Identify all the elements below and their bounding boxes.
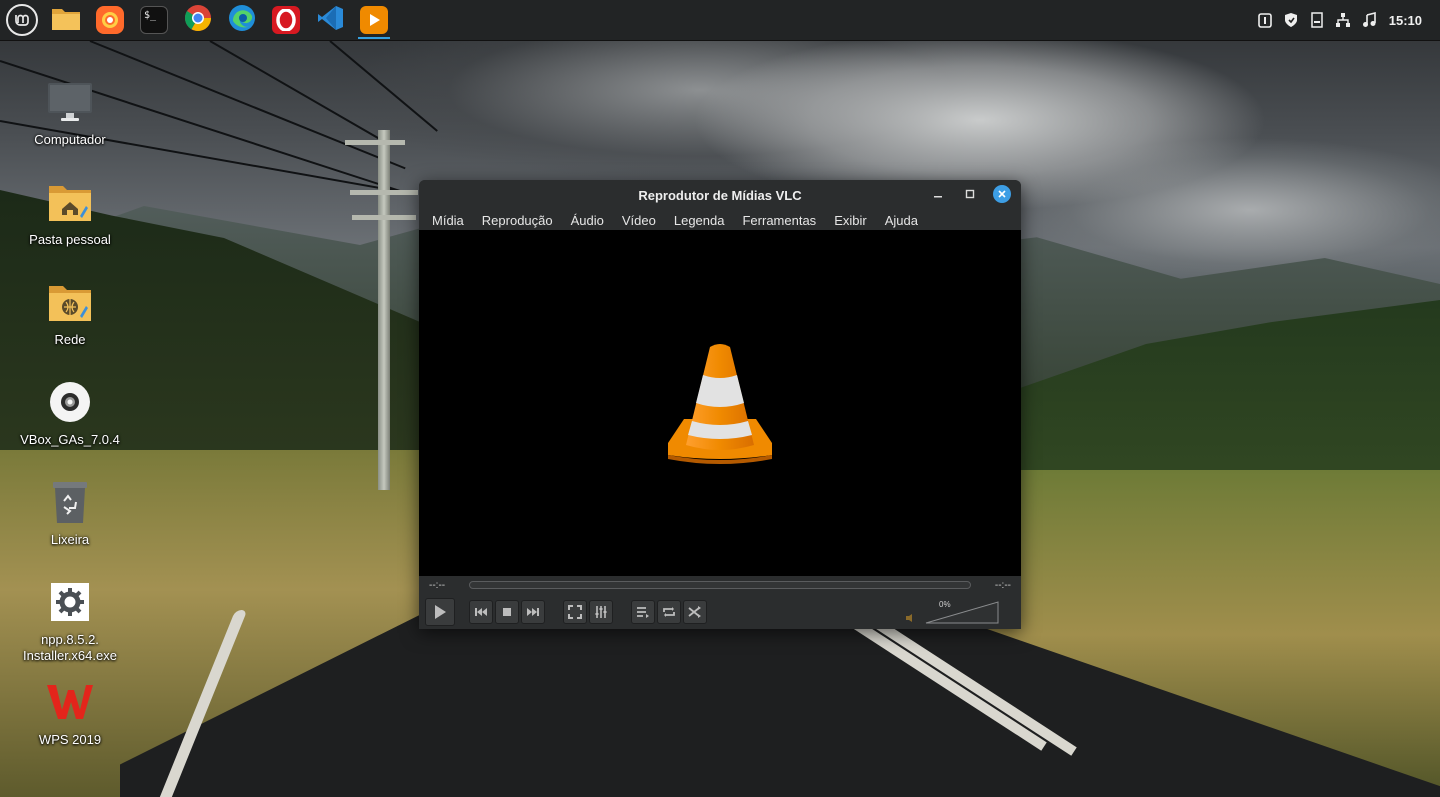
equalizer-icon [595,605,607,618]
desktop-icon-label: Lixeira [50,532,90,547]
desktop-icon-home[interactable]: Pasta pessoal [15,178,125,248]
system-tray: 15:10 [1257,12,1440,28]
monitor-icon [46,78,94,126]
top-panel: $_ 15:10 [0,0,1440,41]
loop-icon [663,606,675,617]
playlist-icon [637,606,649,618]
stop-button[interactable] [495,599,519,624]
vlc-cone-icon [668,344,772,464]
menu-ajuda[interactable]: Ajuda [876,213,927,228]
chrome-icon [184,4,212,37]
vscode-launcher[interactable] [310,0,350,40]
fullscreen-icon [568,604,582,619]
firefox-launcher[interactable] [90,0,130,40]
wps-office-icon [46,678,94,726]
network-folder-icon [46,278,94,326]
seek-slider[interactable] [469,581,971,589]
playlist-button[interactable] [631,599,655,624]
skip-back-icon [475,607,487,616]
menu-bar: Mídia Reprodução Áudio Vídeo Legenda Fer… [419,210,1021,230]
cd-disc-icon [46,378,94,426]
desktop-icon-wps[interactable]: WPS 2019 [15,678,125,748]
volume-slider[interactable]: 0% [925,600,999,624]
video-area[interactable] [419,230,1021,576]
speaker-muted-icon[interactable] [905,613,915,623]
close-button[interactable] [993,185,1011,203]
seek-row: --:-- --:-- [419,576,1021,594]
skip-forward-icon [527,607,539,616]
desktop-icon-network[interactable]: Rede [15,278,125,348]
desktop-icon-label: Rede [54,332,86,347]
play-button[interactable] [425,597,455,626]
desktop-icon-trash[interactable]: Lixeira [15,478,125,548]
desktop-icon-label: Pasta pessoal [29,232,111,247]
menu-midia[interactable]: Mídia [423,213,473,228]
chrome-launcher[interactable] [178,0,218,40]
terminal-launcher[interactable]: $_ [134,0,174,40]
play-icon [435,604,446,619]
previous-button[interactable] [469,599,493,624]
volume-percent: 0% [939,599,951,609]
terminal-glyph: $_ [144,10,157,21]
edge-icon [228,4,256,37]
desktop-icon-npp-installer[interactable]: npp.8.5.2. Installer.x64.exe [15,578,125,664]
next-button[interactable] [521,599,545,624]
security-icon[interactable] [1283,12,1299,28]
folder-icon [51,5,81,36]
desktop-icon-computer[interactable]: Computador [15,78,125,148]
terminal-icon: $_ [140,6,168,34]
menu-audio[interactable]: Áudio [562,213,613,228]
elapsed-time[interactable]: --:-- [429,580,459,591]
close-icon [998,190,1006,198]
maximize-button[interactable] [961,185,979,203]
playback-controls: 0% [419,594,1021,629]
desktop-icon-label: Computador [34,132,106,147]
shuffle-icon [688,605,701,618]
volume-triangle-icon [925,600,999,623]
menu-reproducao[interactable]: Reprodução [473,213,562,228]
update-shield-icon[interactable] [1257,12,1273,28]
vscode-icon [316,4,344,37]
opera-launcher[interactable] [266,0,306,40]
vlc-launcher[interactable] [354,0,394,40]
minimize-button[interactable] [929,185,947,203]
desktop-icon-label: WPS 2019 [38,732,102,747]
menu-exibir[interactable]: Exibir [825,213,876,228]
home-folder-icon [46,178,94,226]
sound-icon[interactable] [1361,12,1377,28]
shuffle-button[interactable] [683,599,707,624]
menu-launcher[interactable] [2,0,42,40]
window-title: Reprodutor de Mídias VLC [638,187,802,203]
total-time[interactable]: --:-- [981,580,1011,591]
opera-icon [272,6,300,34]
menu-ferramentas[interactable]: Ferramentas [733,213,825,228]
notes-icon[interactable] [1309,12,1325,28]
desktop-icon-label: npp.8.5.2. Installer.x64.exe [23,632,117,663]
menu-video[interactable]: Vídeo [613,213,665,228]
network-icon[interactable] [1335,12,1351,28]
edge-launcher[interactable] [222,0,262,40]
loop-button[interactable] [657,599,681,624]
vlc-play-icon [360,6,388,34]
volume-control: 0% [905,600,1021,624]
vlc-window: Reprodutor de Mídias VLC Mídia Reproduçã… [419,180,1021,629]
desktop-icon-vbox[interactable]: VBox_GAs_7.0.4 [15,378,125,448]
gear-executable-icon [46,578,94,626]
clock[interactable]: 15:10 [1389,13,1422,28]
desktop-icon-label: VBox_GAs_7.0.4 [20,432,120,447]
linux-mint-menu-icon [6,4,38,36]
window-titlebar[interactable]: Reprodutor de Mídias VLC [419,180,1021,210]
menu-legenda[interactable]: Legenda [665,213,734,228]
trash-icon [46,478,94,526]
fullscreen-button[interactable] [563,599,587,624]
stop-icon [503,607,511,616]
files-launcher[interactable] [46,0,86,40]
extended-settings-button[interactable] [589,599,613,624]
firefox-icon [96,6,124,34]
